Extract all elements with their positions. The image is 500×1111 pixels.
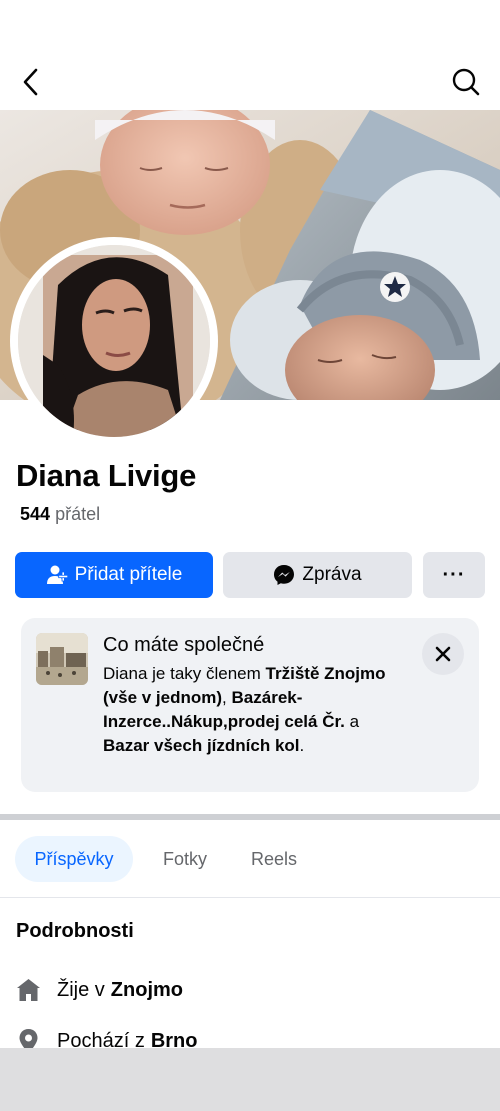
add-friend-label: Přidat přítele bbox=[74, 564, 183, 585]
back-button[interactable] bbox=[16, 66, 48, 98]
group-link-3[interactable]: Bazar všech jízdních kol bbox=[103, 736, 300, 755]
friends-count-label: přátel bbox=[55, 504, 101, 524]
message-button[interactable]: Zpráva bbox=[223, 552, 412, 598]
in-common-sep1: , bbox=[222, 688, 227, 707]
message-label: Zpráva bbox=[302, 564, 362, 585]
more-options-button[interactable]: ··· bbox=[423, 552, 485, 598]
in-common-end: . bbox=[299, 736, 305, 755]
lives-city[interactable]: Znojmo bbox=[111, 979, 183, 1002]
close-in-common-button[interactable] bbox=[422, 633, 464, 675]
tab-photos[interactable]: Fotky bbox=[146, 836, 224, 882]
more-icon: ··· bbox=[442, 563, 466, 586]
profile-name: Diana Livige bbox=[16, 458, 197, 493]
chevron-left-icon bbox=[23, 68, 38, 96]
friends-count-number: 544 bbox=[20, 504, 51, 524]
details-title: Podrobnosti bbox=[16, 920, 134, 942]
in-common-title: Co máte společné bbox=[103, 634, 265, 656]
in-common-card: Co máte společné Diana je taky členem Tr… bbox=[21, 618, 479, 792]
tab-posts[interactable]: Příspěvky bbox=[15, 836, 133, 882]
search-icon bbox=[452, 68, 480, 96]
profile-tabs: Příspěvky Fotky Reels bbox=[0, 820, 500, 898]
home-icon bbox=[17, 979, 40, 1001]
search-button[interactable] bbox=[450, 66, 482, 98]
top-bar bbox=[0, 0, 500, 110]
group-thumbnail[interactable] bbox=[36, 633, 88, 685]
tab-reels[interactable]: Reels bbox=[238, 836, 310, 882]
lives-prefix: Žije v bbox=[57, 978, 105, 1001]
add-person-icon bbox=[46, 565, 68, 584]
bottom-bar bbox=[0, 1048, 500, 1111]
in-common-sep2: a bbox=[349, 712, 360, 731]
add-friend-button[interactable]: Přidat přítele bbox=[15, 552, 213, 598]
friends-count[interactable]: 544 přátel bbox=[20, 504, 100, 525]
in-common-intro: Diana je taky členem bbox=[103, 664, 261, 683]
avatar[interactable] bbox=[18, 245, 210, 437]
close-icon bbox=[435, 646, 451, 662]
detail-lives-in: Žije v Znojmo bbox=[16, 975, 183, 1005]
in-common-text: Diana je taky členem Tržiště Znojmo (vše… bbox=[103, 662, 403, 758]
messenger-icon bbox=[274, 565, 295, 585]
